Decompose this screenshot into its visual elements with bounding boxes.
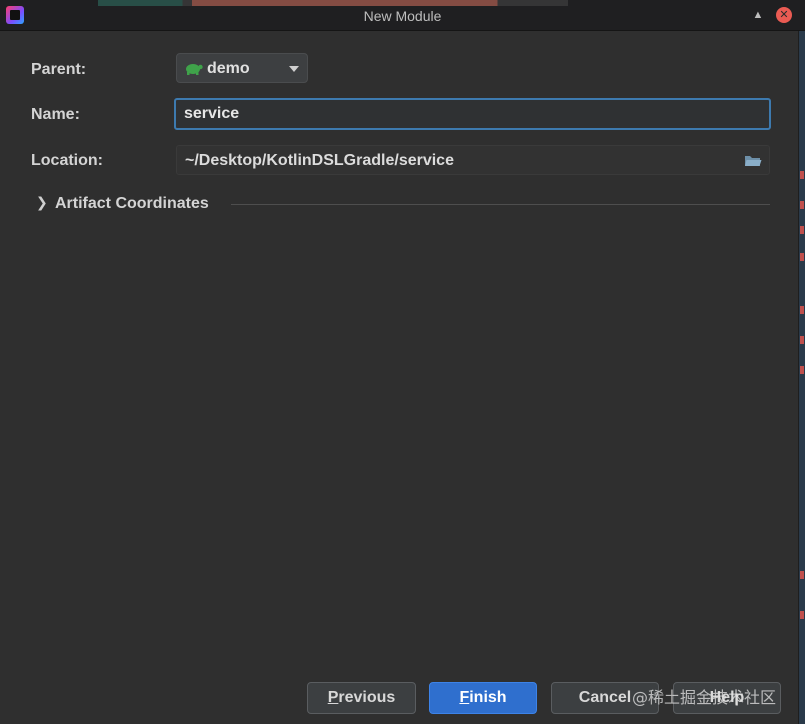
folder-icon[interactable] — [744, 154, 762, 167]
previous-mnemonic: P — [327, 689, 339, 706]
gradle-turtle-icon — [186, 64, 203, 75]
triangle-down-icon — [289, 66, 299, 72]
window-title: New Module — [363, 8, 442, 24]
finish-button[interactable]: Finish — [429, 682, 537, 714]
parent-label: Parent: — [31, 61, 87, 78]
previous-button[interactable]: Previous — [307, 682, 416, 714]
background-editor-strip — [98, 0, 568, 6]
cancel-label: Cancel — [578, 689, 632, 706]
location-label: Location: — [31, 152, 103, 169]
parent-dropdown[interactable]: demo — [176, 53, 308, 83]
section-divider — [231, 204, 770, 205]
finish-mnemonic: F — [459, 689, 470, 706]
artifact-coordinates-label: Artifact Coordinates — [55, 195, 209, 212]
chevron-right-icon[interactable]: ❯ — [36, 194, 48, 211]
previous-label: revious — [338, 689, 396, 706]
collapse-window-button[interactable]: ▲ — [750, 7, 766, 23]
name-label: Name: — [31, 106, 80, 123]
artifact-coordinates-section[interactable]: ❯ Artifact Coordinates — [36, 193, 770, 215]
close-window-button[interactable]: ✕ — [776, 7, 792, 23]
name-input[interactable] — [174, 98, 771, 130]
background-window-edge — [799, 31, 805, 724]
location-field[interactable]: ~/Desktop/KotlinDSLGradle/service — [176, 145, 770, 175]
title-bar: New Module ▲ ✕ — [0, 0, 805, 31]
location-value: ~/Desktop/KotlinDSLGradle/service — [185, 152, 454, 169]
new-module-dialog — [0, 31, 799, 724]
parent-value: demo — [207, 60, 250, 77]
close-icon: ✕ — [779, 8, 789, 21]
finish-label: inish — [469, 689, 507, 706]
watermark: @稀土掘金技术社区 — [632, 688, 777, 707]
triangle-up-icon: ▲ — [752, 8, 764, 21]
